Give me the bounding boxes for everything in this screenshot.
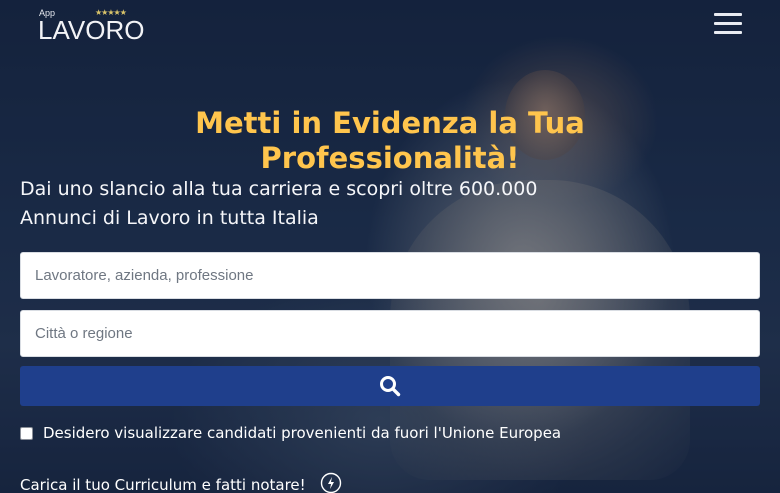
hero-overlay — [0, 0, 780, 493]
site-header: App ★★★★★ LAVORO — [0, 0, 780, 52]
search-icon — [380, 376, 401, 397]
search-button[interactable] — [20, 366, 760, 406]
non-eu-checkbox[interactable] — [20, 426, 33, 440]
hero-title: Metti in Evidenza la Tua Professionalità… — [195, 106, 585, 175]
lightning-icon[interactable] — [320, 472, 342, 493]
hero-subtitle: Dai uno slancio alla tua carriera e scop… — [20, 178, 538, 229]
hamburger-menu-icon[interactable] — [714, 13, 742, 37]
non-eu-label[interactable]: Desidero visualizzare candidati provenie… — [43, 424, 561, 442]
logo-brand: LAVORO — [38, 15, 145, 45]
non-eu-option: Desidero visualizzare candidati provenie… — [20, 423, 720, 443]
search-location-input[interactable] — [20, 310, 760, 357]
site-logo[interactable]: App ★★★★★ LAVORO — [38, 8, 144, 43]
search-query-input[interactable] — [20, 252, 760, 299]
upload-cv-link[interactable]: Carica il tuo Curriculum e fatti notare! — [20, 476, 306, 493]
